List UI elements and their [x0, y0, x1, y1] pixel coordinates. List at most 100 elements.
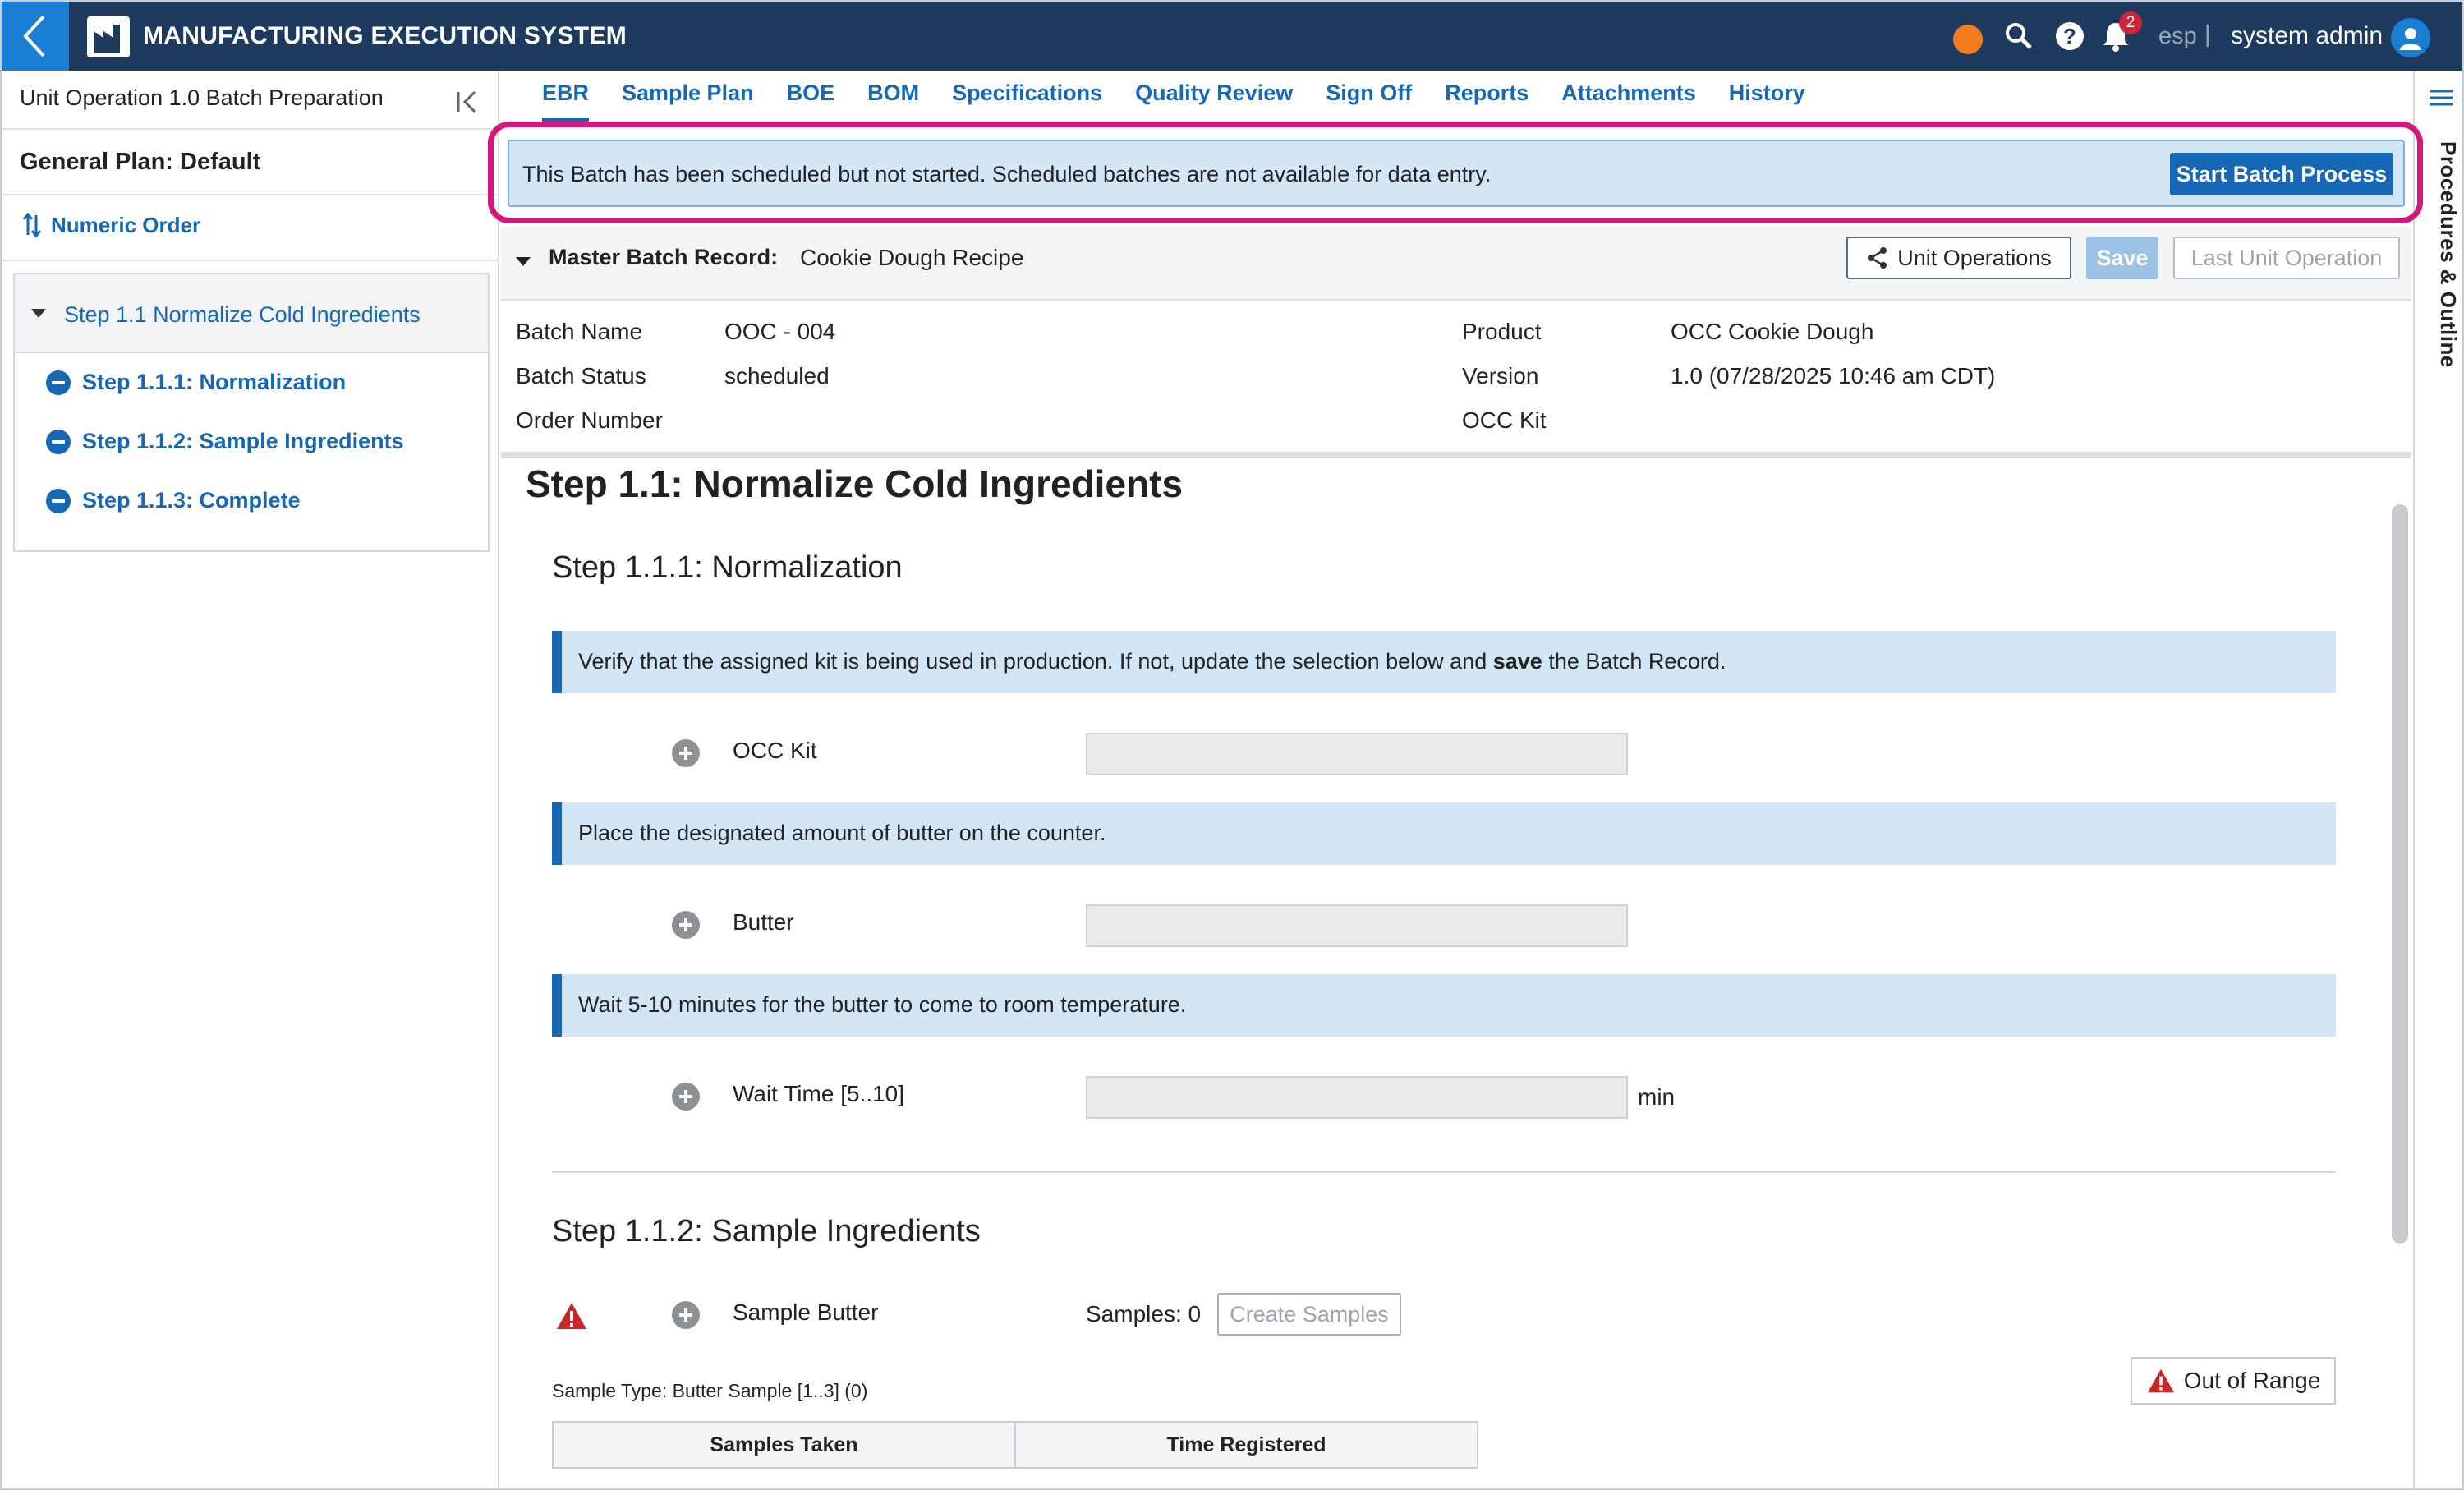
scrollbar[interactable]	[2392, 504, 2408, 1244]
divider	[2, 128, 498, 130]
language-selector[interactable]: esp	[2158, 23, 2197, 50]
samples-count: Samples: 0	[1086, 1301, 1202, 1327]
start-batch-process-button[interactable]: Start Batch Process	[2170, 153, 2393, 195]
product-label: Product	[1462, 319, 1542, 344]
master-batch-record-bar: Master Batch Record: Cookie Dough Recipe…	[501, 227, 2411, 301]
share-icon	[1868, 247, 1887, 269]
order-number-label: Order Number	[516, 407, 663, 433]
tab-reports[interactable]: Reports	[1445, 80, 1529, 122]
wait-time-unit: min	[1638, 1084, 1676, 1110]
tab-attachments[interactable]: Attachments	[1561, 80, 1696, 122]
user-avatar-icon[interactable]	[2391, 18, 2430, 57]
notification-badge: 2	[2119, 11, 2142, 34]
left-sidebar: Unit Operation 1.0 Batch Preparation Gen…	[2, 71, 499, 1488]
butter-field-label: Butter	[733, 909, 794, 935]
tree-item-label: Step 1.1.1: Normalization	[82, 370, 347, 394]
batch-status-label: Batch Status	[516, 363, 646, 389]
back-button[interactable]	[2, 2, 69, 71]
scheduled-batch-banner: This Batch has been scheduled but not st…	[508, 140, 2405, 207]
unit-operations-button[interactable]: Unit Operations	[1846, 237, 2071, 279]
header-separator: |	[2204, 21, 2211, 48]
substep-title-sample-ingredients: Step 1.1.2: Sample Ingredients	[552, 1214, 981, 1249]
minus-circle-icon	[46, 370, 71, 395]
version-value: 1.0 (07/28/2025 10:46 am CDT)	[1671, 363, 1996, 389]
unit-operation-title: Unit Operation 1.0 Batch Preparation	[20, 85, 384, 110]
samples-table-header: Samples Taken Time Registered	[552, 1421, 1478, 1469]
collapse-sidebar-icon[interactable]	[453, 87, 483, 117]
app-window: MANUFACTURING EXECUTION SYSTEM ? 2 esp |…	[0, 0, 2464, 1490]
batch-status-value: scheduled	[724, 363, 830, 389]
instruction-text-part: Verify that the assigned kit is being us…	[578, 649, 1493, 674]
save-button[interactable]: Save	[2086, 237, 2158, 279]
last-unit-operation-button[interactable]: Last Unit Operation	[2173, 237, 2400, 279]
tree-item-label: Step 1.1.3: Complete	[82, 488, 301, 513]
menu-icon[interactable]	[2426, 87, 2456, 112]
instruction-text-part: the Batch Record.	[1542, 649, 1726, 674]
banner-message: This Batch has been scheduled but not st…	[522, 162, 1492, 186]
svg-text:?: ?	[2063, 24, 2076, 48]
procedures-outline-label[interactable]: Procedures & Outline	[2420, 141, 2461, 453]
out-of-range-indicator: Out of Range	[2131, 1357, 2336, 1405]
tab-boe[interactable]: BOE	[787, 80, 835, 122]
caret-down-icon[interactable]	[31, 309, 46, 318]
tab-ebr[interactable]: EBR	[542, 80, 590, 122]
user-name[interactable]: system admin	[2231, 22, 2383, 50]
tree-item-complete[interactable]: Step 1.1.3: Complete	[46, 488, 301, 513]
top-header: MANUFACTURING EXECUTION SYSTEM ? 2 esp |…	[2, 2, 2462, 71]
create-samples-button[interactable]: Create Samples	[1217, 1293, 1401, 1336]
add-circle-icon[interactable]	[672, 1083, 700, 1111]
occ-kit-field[interactable]	[1086, 733, 1628, 775]
batch-name-value: OOC - 004	[724, 319, 836, 344]
butter-field[interactable]	[1086, 904, 1628, 947]
section-divider	[552, 1171, 2336, 1173]
instruction-box: Wait 5-10 minutes for the butter to come…	[552, 974, 2336, 1037]
minus-circle-icon	[46, 488, 71, 513]
numeric-order-label: Numeric Order	[51, 212, 201, 237]
tab-bar: EBR Sample Plan BOE BOM Specifications Q…	[542, 80, 1838, 122]
add-circle-icon[interactable]	[672, 911, 700, 939]
section-divider	[501, 452, 2411, 458]
tree-parent-label[interactable]: Step 1.1 Normalize Cold Ingredients	[64, 302, 421, 328]
tab-quality-review[interactable]: Quality Review	[1135, 80, 1293, 122]
add-circle-icon[interactable]	[672, 739, 700, 767]
general-plan-label: General Plan: Default	[20, 149, 261, 175]
substep-title-normalization: Step 1.1.1: Normalization	[552, 550, 903, 585]
step-title: Step 1.1: Normalize Cold Ingredients	[526, 462, 1184, 505]
chevron-left-icon	[23, 15, 45, 57]
mbr-value: Cookie Dough Recipe	[800, 245, 1024, 270]
add-circle-icon[interactable]	[672, 1301, 700, 1329]
column-header-time-registered[interactable]: Time Registered	[1016, 1423, 1477, 1467]
wait-time-field-label: Wait Time [5..10]	[733, 1081, 905, 1106]
search-icon[interactable]	[2002, 20, 2035, 53]
step-tree: Step 1.1 Normalize Cold Ingredients Step…	[13, 273, 490, 552]
tab-bom[interactable]: BOM	[867, 80, 919, 122]
tab-sample-plan[interactable]: Sample Plan	[622, 80, 754, 122]
instruction-text: Wait 5-10 minutes for the butter to come…	[578, 992, 1187, 1017]
column-header-samples-taken[interactable]: Samples Taken	[554, 1423, 1016, 1467]
procedures-outline-rail[interactable]: Procedures & Outline	[2413, 71, 2462, 1488]
warning-icon	[555, 1301, 588, 1331]
tree-parent-row[interactable]: Step 1.1 Normalize Cold Ingredients	[15, 274, 488, 353]
tab-history[interactable]: History	[1729, 80, 1805, 122]
unit-operations-label: Unit Operations	[1897, 245, 2052, 270]
minus-circle-icon	[46, 429, 71, 454]
help-icon[interactable]: ?	[2053, 20, 2086, 53]
tab-specifications[interactable]: Specifications	[952, 80, 1102, 122]
occ-kit-label: OCC Kit	[1462, 407, 1547, 433]
warning-icon	[2147, 1368, 2174, 1393]
tree-item-sample-ingredients[interactable]: Step 1.1.2: Sample Ingredients	[46, 429, 404, 454]
product-value: OCC Cookie Dough	[1671, 319, 1874, 344]
out-of-range-label: Out of Range	[2183, 1368, 2321, 1393]
instruction-box: Verify that the assigned kit is being us…	[552, 631, 2336, 693]
divider	[2, 194, 498, 195]
batch-name-label: Batch Name	[516, 319, 643, 344]
tree-item-normalization[interactable]: Step 1.1.1: Normalization	[46, 370, 346, 395]
caret-down-icon[interactable]	[516, 257, 531, 266]
version-label: Version	[1462, 363, 1539, 389]
sample-type-label: Sample Type: Butter Sample [1..3] (0)	[552, 1380, 868, 1401]
factory-logo-icon	[87, 16, 130, 57]
numeric-order-toggle[interactable]: Numeric Order	[23, 212, 200, 238]
wait-time-field[interactable]	[1086, 1076, 1628, 1119]
tab-sign-off[interactable]: Sign Off	[1326, 80, 1412, 122]
mbr-label: Master Batch Record:	[549, 245, 779, 269]
